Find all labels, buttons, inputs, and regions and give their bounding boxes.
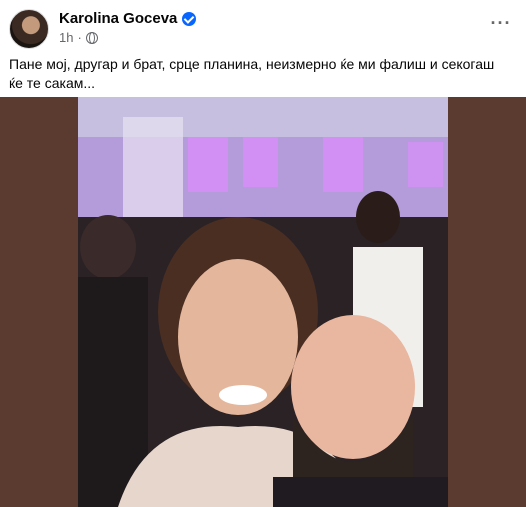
author-name[interactable]: Karolina Goceva — [59, 10, 177, 27]
meta-separator: · — [77, 30, 82, 45]
photo-backdrop — [0, 97, 526, 507]
stage-light — [188, 137, 228, 192]
man-head — [291, 315, 415, 459]
guest-head — [80, 215, 136, 279]
more-options-button[interactable]: ··· — [488, 10, 514, 36]
man-shirt — [273, 477, 448, 507]
photo-illustration — [78, 97, 448, 507]
author-row: Karolina Goceva — [59, 10, 197, 27]
more-icon: ··· — [490, 13, 512, 33]
globe-icon — [85, 31, 98, 44]
stage-light — [243, 137, 278, 187]
guest-head — [356, 191, 400, 243]
facebook-post: Karolina Goceva 1h · ··· Пане мој, друга… — [0, 0, 526, 507]
stage-light — [408, 142, 443, 187]
woman-smile — [219, 385, 267, 405]
post-header: Karolina Goceva 1h · ··· — [8, 8, 518, 49]
stage-light — [323, 137, 363, 192]
post-time[interactable]: 1h — [59, 30, 73, 45]
verified-icon — [182, 11, 197, 26]
post-meta: 1h · — [59, 30, 98, 45]
avatar[interactable] — [9, 9, 49, 49]
post-photo[interactable] — [78, 97, 448, 507]
post-caption: Пане мој, другар и брат, срце планина, н… — [9, 56, 495, 91]
